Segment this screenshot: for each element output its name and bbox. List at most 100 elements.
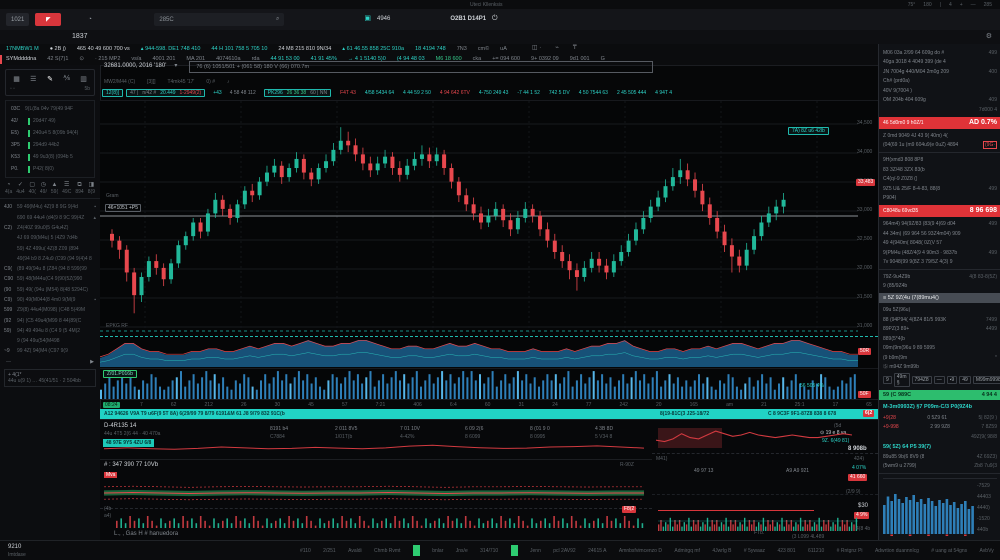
sidebar-menu-item[interactable]: 9 (94 49u(54(M498 xyxy=(0,336,100,346)
expand-arrow-icon[interactable]: ▶ xyxy=(90,359,94,365)
clock-icon[interactable]: ◔ xyxy=(83,14,96,25)
window-control[interactable]: 75° xyxy=(908,2,916,8)
sidebar-menu-item[interactable]: C9059) 48(M44u(C4 9(90(5Z(990 xyxy=(0,274,100,284)
tool-dot[interactable]: ▫ ▫ xyxy=(10,86,15,92)
sidebar-tool-6[interactable]: ⧉894 xyxy=(75,182,83,195)
rp-control-chip[interactable]: ▪9 xyxy=(947,376,958,384)
menu-button[interactable]: 1021 xyxy=(6,13,29,26)
window-control[interactable]: 4 xyxy=(949,2,952,8)
rp-row[interactable]: 964m4) 94(9Z/83 (83(9 4(69 d04499 xyxy=(879,219,1000,229)
window-control[interactable]: 285 xyxy=(984,2,992,8)
rp-row[interactable]: Ⓢ m94Z 9m99b xyxy=(879,362,1000,372)
status-item[interactable]: # 5ywaaz xyxy=(744,548,765,554)
sidebar-menu-item[interactable]: C2)Z4(40Z 99u0(5 G4u4Z) xyxy=(0,223,100,233)
sidebar-tool-5[interactable]: ☰49C xyxy=(62,182,71,195)
rp-row[interactable]: (04(69 1u (m9 604u9(e 0uZ) 4894(9G· xyxy=(879,140,1000,150)
rp-success-bar[interactable]: 59 (C 989C4 94 4 xyxy=(879,390,1000,401)
status-item[interactable]: # uang at 54gns xyxy=(931,548,967,554)
status-item[interactable]: Chmb Rvmt xyxy=(374,548,400,554)
tool-icon-3[interactable]: ⅍ xyxy=(60,73,73,84)
rp-row[interactable]: 9 (85/9Z4b xyxy=(879,281,1000,291)
rp-control-chip[interactable]: — xyxy=(934,376,945,384)
sidebar-menu-item[interactable]: 59) 4Z 499u( 4Z(8 Z09 (894 xyxy=(0,243,100,253)
rp-row[interactable]: 79Z-9u4Z9b4(8 83-8(5Z) xyxy=(879,272,1000,282)
rp-row[interactable]: Ch# (prd0a) xyxy=(879,77,1000,87)
status-item[interactable]: AvbVy xyxy=(980,548,994,554)
rp-value-row[interactable]: +9-9982 99 9Z87 8Z59 xyxy=(879,423,1000,433)
rp-alert-banner[interactable]: 46 5d0m0 9 h0Z/1AD 0.7% xyxy=(879,117,1000,129)
status-item[interactable]: 2/251 xyxy=(323,548,336,554)
rp-row[interactable]: OM 204b 404 609g409 xyxy=(879,96,1000,106)
watchlist-item[interactable]: 3P5294d9 44b2 xyxy=(6,139,94,151)
tool-icon-2[interactable]: ✎ xyxy=(44,73,57,84)
sidebar-menu-item[interactable]: 690 69 44u4 (d4(9 8 9C 99(4Z▴ xyxy=(0,212,100,222)
record-button[interactable]: ◤ xyxy=(35,13,61,26)
window-control[interactable]: + xyxy=(960,2,963,8)
status-item[interactable]: # Rntgnz Pi xyxy=(837,548,863,554)
sidebar-menu-item[interactable]: ~999 4Z( 94(M4 (C97 9(9 xyxy=(0,346,100,356)
sidebar-menu-item[interactable]: (9294) (C5 49u4(M99 8 44(89(C xyxy=(0,315,100,325)
rp-row[interactable]: 49 4(940m( 8048( 0Z(V 57 xyxy=(879,238,1000,248)
status-item[interactable]: Jenn xyxy=(530,548,541,554)
rp-row[interactable]: (5wm9 u 2799)Zb8 7u9(3 xyxy=(879,462,1000,472)
rp-row[interactable]: 40ga 3018 4 4049 399 (de 4 xyxy=(879,58,1000,68)
sidebar-tool-1[interactable]: ✓4u4 xyxy=(16,182,24,195)
rp-control-chip[interactable]: 9 xyxy=(883,376,892,384)
mode-toggle[interactable]: O2B1 D14P1 xyxy=(450,16,486,23)
sidebar-menu-item[interactable]: (9059) 49( (94u (M54) 8(48 5294C) xyxy=(0,285,100,295)
status-item[interactable]: bnlar xyxy=(432,548,443,554)
sidebar-tool-0[interactable]: ◔4(a xyxy=(5,182,12,195)
alert-annotation[interactable]: 7A) 8Z u6 42lb xyxy=(788,127,829,135)
sidebar-menu-item[interactable]: 49(94 b9 8 Z4u9 (C99 (94 9(4)4 8 xyxy=(0,254,100,264)
wallet-icon[interactable]: ▣ xyxy=(364,15,371,23)
order-box-2[interactable]: 47 |n/42 #20.4491-2949(2) xyxy=(126,89,205,97)
rp-row[interactable]: 9H(xmd3 808 8P8 xyxy=(879,155,1000,165)
rp-row[interactable]: P904) xyxy=(879,193,1000,203)
rp-row[interactable]: 88 (94P94( 4(8Z4 81/5 993K7499 xyxy=(879,315,1000,325)
rp-control-chip[interactable]: 49m § xyxy=(894,373,910,387)
rp-row[interactable]: 89u85 9b(6 8V9 (84Z 69Z3) xyxy=(879,452,1000,462)
sidebar-tool-3[interactable]: ◷49/ xyxy=(40,182,47,195)
sidebar-menu-item[interactable]: 599Z9(8) 44u4(M098) (C48 5(49M xyxy=(0,305,100,315)
rp-row[interactable]: 44 34m) (69 964 56 93Z4m04) 909 xyxy=(879,229,1000,239)
watchlist-item[interactable]: K5349 9u3(8) (094b 5 xyxy=(6,151,94,163)
status-item[interactable]: 24615 A xyxy=(588,548,606,554)
chart-subheader-item[interactable]: ♪ xyxy=(227,79,230,85)
rp-row[interactable]: 7d000 4 xyxy=(879,105,1000,115)
rp-control-chip[interactable]: M99m9998 xyxy=(973,376,1000,384)
window-control[interactable]: | xyxy=(940,2,941,8)
tool-icon-0[interactable]: ▦ xyxy=(10,73,23,84)
rp-control-chip[interactable]: 49 xyxy=(959,376,971,384)
status-item[interactable]: 611210 xyxy=(808,548,824,554)
rp-row[interactable]: Z 0md 9049 4J 43 9( 40m) 4( xyxy=(879,131,1000,141)
rp-row[interactable]: 09m(9m(96u 9 89 5995 xyxy=(879,343,1000,353)
rp-row[interactable]: M06 03a 2/99 64 609g do #499 xyxy=(879,48,1000,58)
ticker-icon[interactable]: ₸ xyxy=(573,45,577,52)
order-box-3[interactable]: PK29626 36 3860 | NN xyxy=(264,89,331,97)
rp-row[interactable]: 9Z5 U& 25/F 8-4-83, 88(8499 xyxy=(879,184,1000,194)
status-item[interactable]: Avaldi xyxy=(348,548,362,554)
rp-row[interactable]: 9(PM4u (48Z/4(9 4 90m3 · 9837b499 xyxy=(879,248,1000,258)
chart-subheader-item[interactable]: 0) # xyxy=(206,79,215,85)
moon-icon[interactable]: ⏻ xyxy=(492,15,498,23)
status-item[interactable]: #110 xyxy=(300,548,311,554)
rp-row[interactable]: 40V 9(7004 ) xyxy=(879,86,1000,96)
tool-icon-1[interactable]: ☰ xyxy=(27,73,40,84)
rp-row[interactable]: 09u 5Z(96u) xyxy=(879,305,1000,315)
sidebar-tool-7[interactable]: ◨8(9 xyxy=(88,182,95,195)
sidebar-menu-item[interactable]: C9((89 49(94u 8 (Z84 (94 8 599(99 xyxy=(0,264,100,274)
sidebar-menu-item[interactable]: C9)90) 49(M044(8 4m0 9(M(9▪ xyxy=(0,295,100,305)
sidebar-menu-item[interactable]: 4J 69 09(M4u) 5 (4Z9 7d4b xyxy=(0,233,100,243)
status-item[interactable]: 4Jwrlg B xyxy=(712,548,731,554)
sidebar-tool-4[interactable]: ▲59( xyxy=(51,182,58,195)
rp-row[interactable]: 889(5*4(b xyxy=(879,334,1000,344)
sidebar-menu-item[interactable]: 59)94) 49 494u 8 (C4 9 (5 4M(2 xyxy=(0,326,100,336)
watchlist-item[interactable]: P0.P42( 8(0) xyxy=(6,163,94,175)
watchlist-item[interactable]: E5)240u4 5 8(09b 94(4) xyxy=(6,127,94,139)
rp-control-chip[interactable]: 794Z8 xyxy=(912,376,932,384)
status-item[interactable]: Amnbsfvimcenzo D xyxy=(619,548,662,554)
rp-value-row[interactable]: +9(280 5Z9 615| 82(9 ) xyxy=(879,413,1000,423)
rp-row[interactable]: C4(q/-9 Z0Z8 () xyxy=(879,174,1000,184)
chevron-down-icon[interactable]: ▾ xyxy=(174,63,177,70)
chart-subheader-item[interactable]: T4mk45 '17' xyxy=(167,79,194,85)
